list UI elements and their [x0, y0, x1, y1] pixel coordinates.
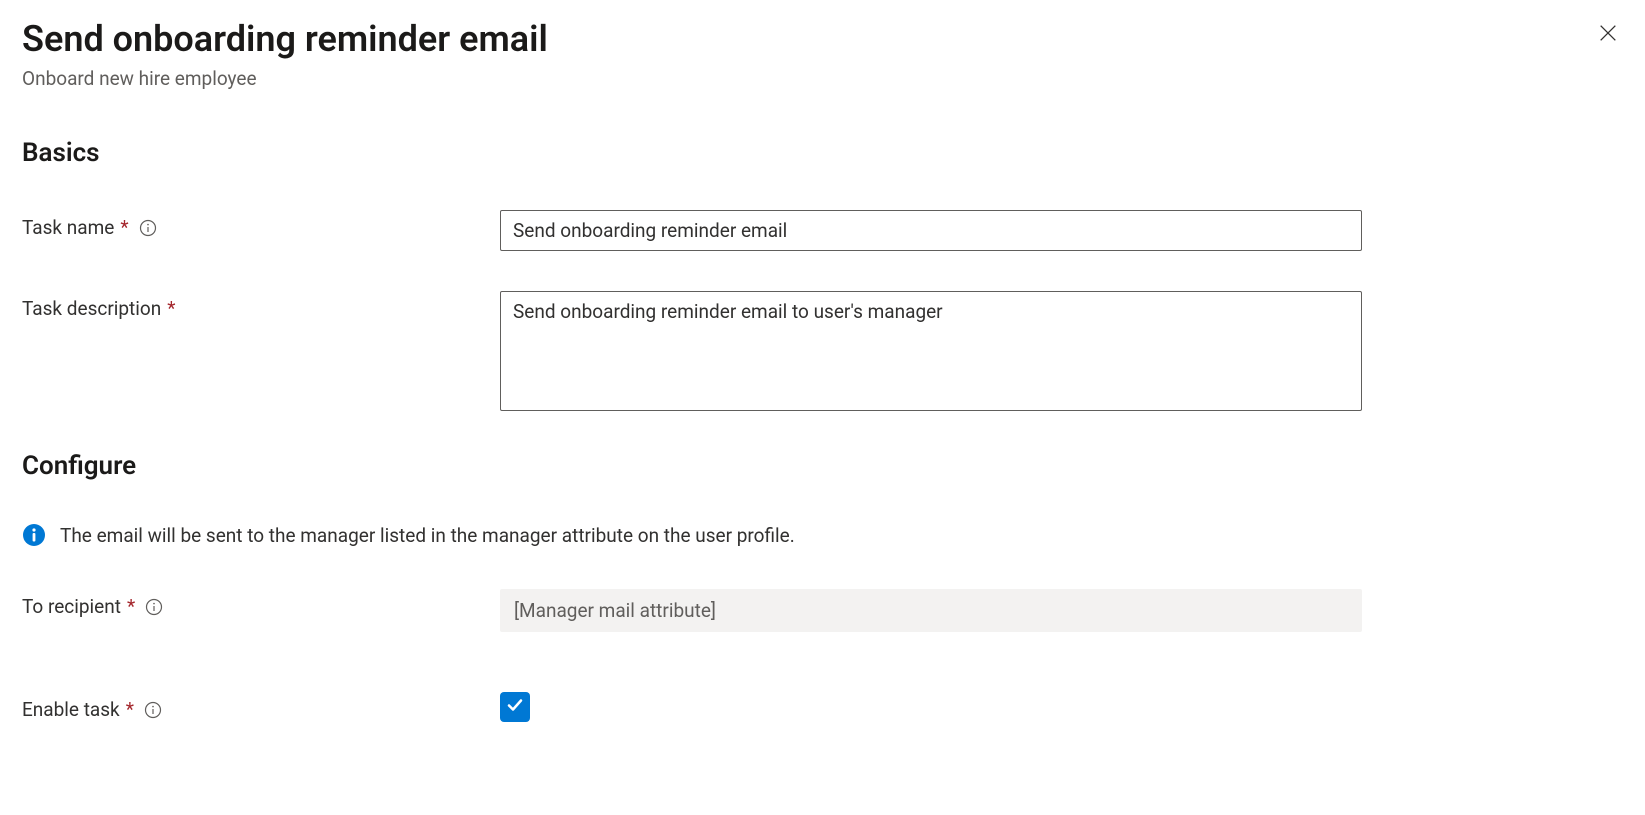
- info-icon[interactable]: [139, 219, 157, 237]
- info-banner: The email will be sent to the manager li…: [22, 523, 1623, 547]
- task-name-label: Task name *: [22, 210, 500, 239]
- info-banner-text: The email will be sent to the manager li…: [60, 524, 795, 547]
- close-button[interactable]: [1593, 18, 1623, 51]
- configure-heading: Configure: [22, 451, 1623, 481]
- basics-heading: Basics: [22, 138, 1623, 168]
- task-description-input[interactable]: [500, 291, 1362, 411]
- close-icon: [1597, 22, 1619, 47]
- page-title: Send onboarding reminder email: [22, 18, 548, 61]
- enable-task-label: Enable task *: [22, 692, 500, 721]
- to-recipient-input: [500, 589, 1362, 632]
- enable-task-checkbox[interactable]: [500, 692, 530, 722]
- task-name-input[interactable]: [500, 210, 1362, 251]
- task-name-label-text: Task name: [22, 216, 114, 239]
- task-description-label-text: Task description: [22, 297, 161, 320]
- info-icon[interactable]: [144, 701, 162, 719]
- enable-task-label-text: Enable task: [22, 698, 120, 721]
- to-recipient-label-text: To recipient: [22, 595, 121, 618]
- required-marker: *: [127, 595, 135, 618]
- page-subtitle: Onboard new hire employee: [22, 67, 548, 90]
- required-marker: *: [120, 216, 128, 239]
- info-filled-icon: [22, 523, 46, 547]
- info-icon[interactable]: [145, 598, 163, 616]
- task-description-label: Task description *: [22, 291, 500, 320]
- to-recipient-label: To recipient *: [22, 589, 500, 618]
- required-marker: *: [126, 698, 134, 721]
- required-marker: *: [167, 297, 175, 320]
- check-icon: [505, 695, 525, 720]
